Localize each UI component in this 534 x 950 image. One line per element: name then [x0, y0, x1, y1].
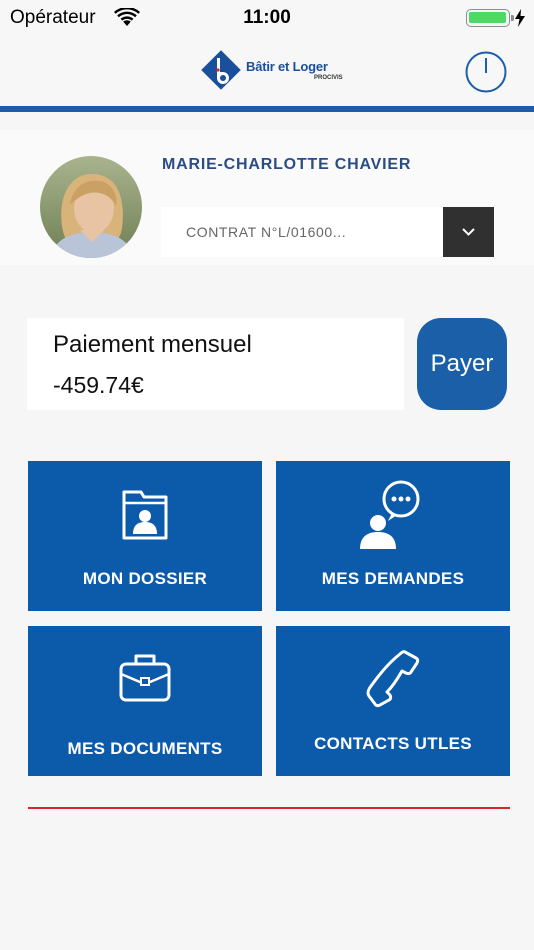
battery-icon [466, 9, 510, 27]
tile-label: MES DOCUMENTS [67, 739, 223, 758]
payment-label: Paiement mensuel [53, 331, 252, 358]
avatar [40, 156, 142, 258]
brand-name: Bâtir et Loger [246, 59, 328, 74]
payment-amount: -459.74€ [53, 372, 144, 398]
tile-mon-dossier[interactable]: MON DOSSIER [28, 461, 262, 611]
brand-logo: Bâtir et Loger PROCIVIS [201, 50, 343, 90]
briefcase-icon [119, 654, 171, 702]
contract-select[interactable]: CONTRAT N°L/01600... [161, 207, 494, 257]
tile-label: MON DOSSIER [82, 569, 208, 588]
power-icon[interactable] [464, 50, 508, 94]
clock: 11:00 [243, 7, 291, 28]
app-header: Bâtir et Loger PROCIVIS [0, 36, 534, 106]
red-divider [28, 807, 510, 809]
tile-label: MES DEMANDES [321, 569, 465, 588]
contract-dropdown-button[interactable] [443, 207, 494, 257]
tile-mes-demandes[interactable]: MES DEMANDES [276, 461, 510, 611]
tile-contacts-utles[interactable]: CONTACTS UTLES [276, 626, 510, 776]
profile-card: MARIE-CHARLOTTE CHAVIER CONTRAT N°L/0160… [0, 130, 534, 265]
contract-number: CONTRAT N°L/01600... [186, 224, 347, 240]
brand-subline: PROCIVIS [314, 75, 343, 81]
user-name: MARIE-CHARLOTTE CHAVIER [162, 156, 412, 173]
status-bar: Opérateur 11:00 [0, 0, 534, 36]
chevron-down-icon [462, 228, 475, 236]
header-divider [0, 106, 534, 112]
charging-bolt-icon [515, 9, 525, 27]
monthly-payment-card: Paiement mensuel -459.74€ [27, 318, 404, 410]
batir-et-loger-logo-icon [201, 50, 241, 90]
tile-label: CONTACTS UTLES [314, 734, 472, 753]
phone-icon [366, 650, 420, 708]
person-chat-icon [360, 480, 420, 549]
pay-button[interactable]: Payer [417, 318, 507, 410]
folder-person-icon [122, 490, 168, 540]
tile-mes-documents[interactable]: MES DOCUMENTS [28, 626, 262, 776]
